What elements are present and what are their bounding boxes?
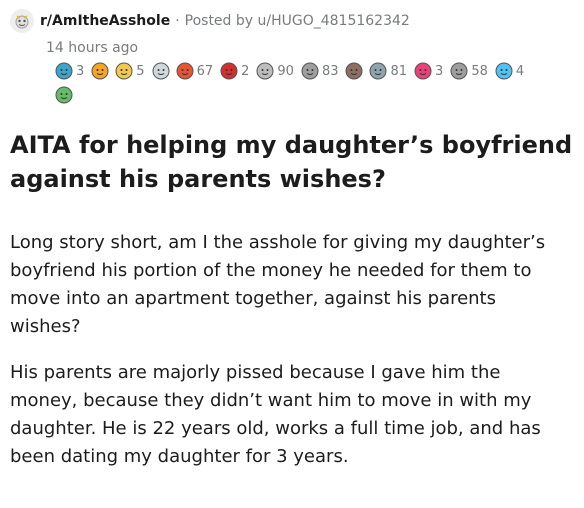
subreddit-link[interactable]: r/AmItheAsshole [40, 13, 170, 29]
award-item[interactable]: 81 [368, 61, 409, 81]
rocket-like-award-icon [176, 62, 194, 80]
award-item[interactable]: 58 [449, 61, 490, 81]
silver-coin-award-icon [369, 62, 387, 80]
plant-award-icon [55, 86, 73, 104]
shocked-award-icon [450, 62, 468, 80]
post-paragraph: His parents are majorly pissed because I… [10, 362, 541, 467]
award-item[interactable]: 2 [219, 61, 251, 81]
love-face-award-icon [414, 62, 432, 80]
awards-bar: 3 5 67 2 90 83 81 3 58 4 [54, 61, 554, 105]
award-item[interactable]: 3 [54, 61, 86, 81]
award-item[interactable] [54, 85, 74, 105]
award-count: 58 [471, 63, 488, 79]
award-count: 3 [435, 63, 444, 79]
award-item[interactable]: 90 [255, 61, 296, 81]
party-award-icon [345, 62, 363, 80]
confused-award-icon [301, 62, 319, 80]
award-item[interactable] [344, 61, 364, 81]
award-item[interactable]: 83 [300, 61, 341, 81]
separator-dot: · [175, 13, 180, 29]
post-paragraph: Long story short, am I the asshole for g… [10, 232, 546, 337]
hand-wave-award-icon [152, 62, 170, 80]
heart-eyes-award-icon [91, 62, 109, 80]
award-item[interactable] [90, 61, 110, 81]
post-body: Long story short, am I the asshole for g… [10, 229, 572, 489]
award-count: 2 [241, 63, 250, 79]
award-count: 67 [196, 63, 214, 79]
award-count: 81 [390, 63, 408, 79]
award-item[interactable] [151, 61, 171, 81]
award-item[interactable]: 67 [175, 61, 216, 81]
award-item[interactable]: 3 [413, 61, 445, 81]
angel-award-icon [495, 62, 513, 80]
award-item[interactable]: 4 [494, 61, 526, 81]
post-title[interactable]: AITA for helping my daughter’s boyfriend… [10, 128, 576, 196]
posted-by-author[interactable]: Posted by u/HUGO_4815162342 [185, 13, 410, 29]
award-count: 5 [136, 63, 145, 79]
post-header: r/AmItheAsshole · Posted by u/HUGO_48151… [10, 8, 580, 105]
award-count: 4 [515, 63, 525, 79]
facepalm-award-icon [256, 62, 274, 80]
award-count: 90 [277, 63, 294, 79]
heart-award-icon [220, 62, 238, 80]
award-item[interactable]: 5 [114, 61, 146, 81]
helpful-award-icon [55, 62, 73, 80]
award-count: 3 [76, 63, 85, 79]
award-count: 83 [321, 63, 339, 79]
wholesome-award-icon [115, 62, 133, 80]
subreddit-avatar-icon[interactable] [10, 9, 34, 33]
post-timestamp[interactable]: 14 hours ago [46, 38, 580, 58]
